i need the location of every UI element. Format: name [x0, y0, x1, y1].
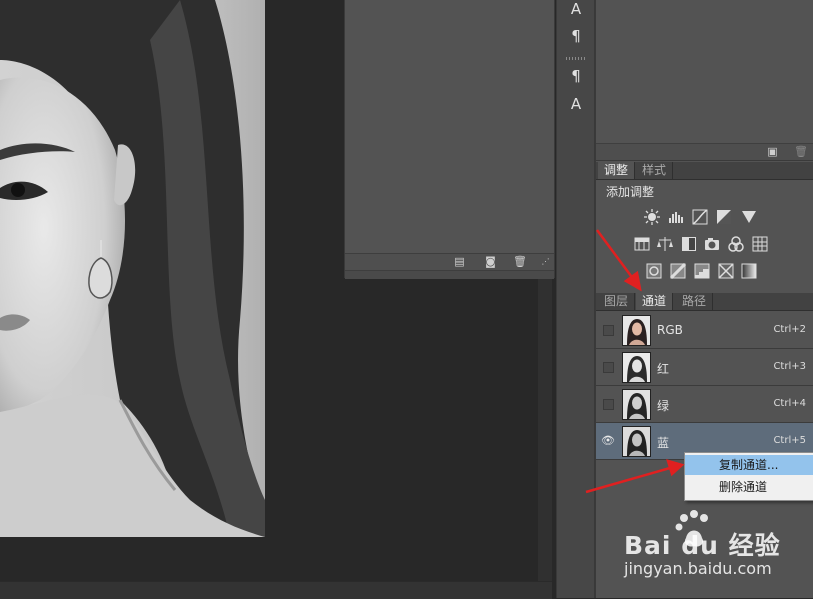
arrow-head [623, 270, 642, 292]
arrow-head [666, 459, 685, 477]
watermark-url: jingyan.baidu.com [624, 559, 772, 578]
arrow-to-duplicate-item [585, 466, 671, 494]
baidu-jingyan-watermark: Bai du 经验 jingyan.baidu.com [622, 508, 802, 588]
watermark-brand-text: Bai du 经验 [624, 531, 781, 560]
arrow-to-channels-tab [595, 229, 636, 281]
